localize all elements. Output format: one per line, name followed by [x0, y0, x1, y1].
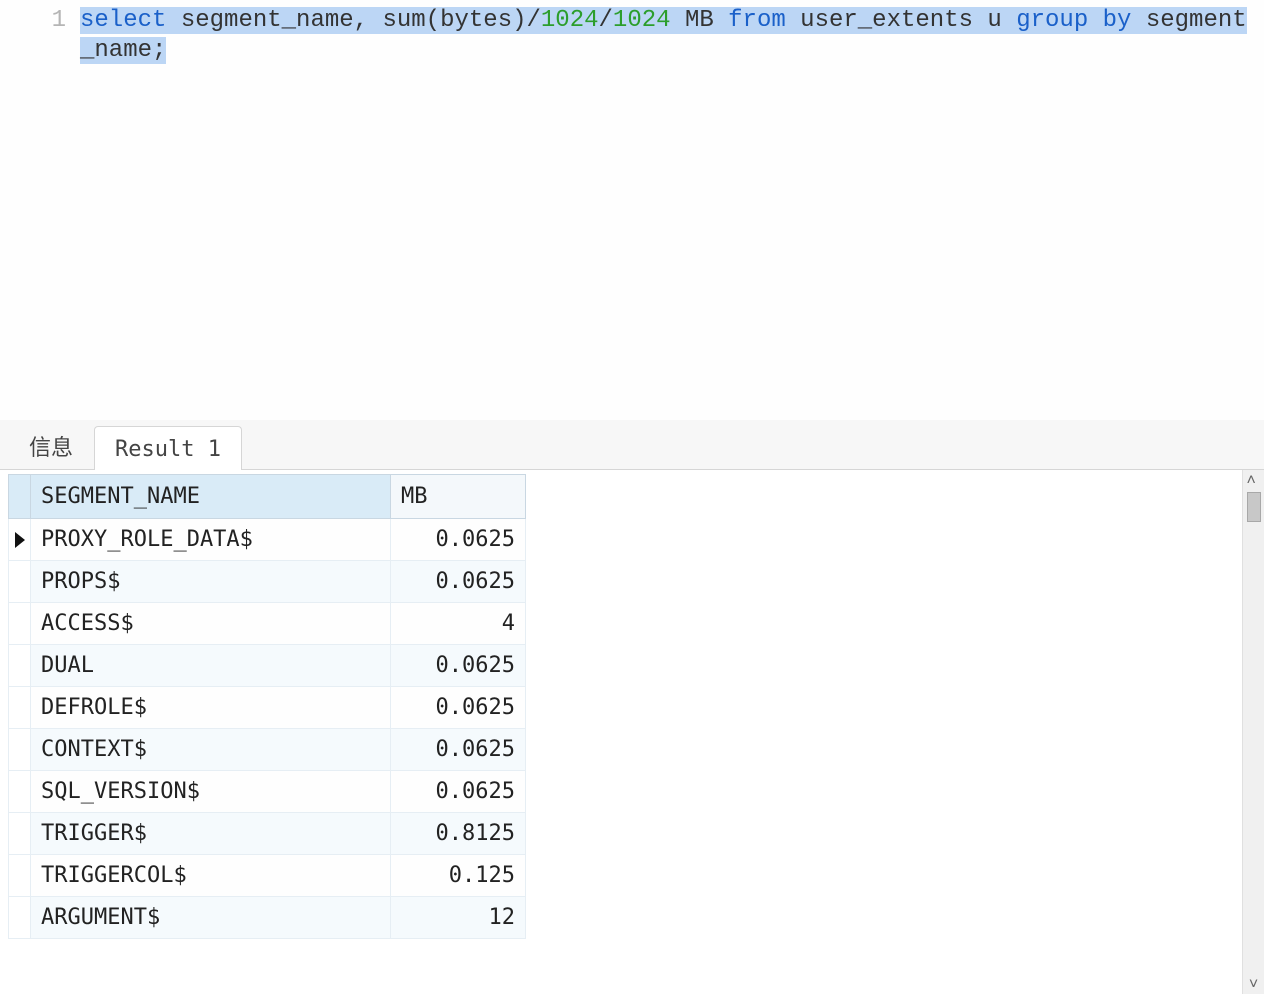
cell-segment-name[interactable]: PROPS$ — [31, 561, 391, 603]
cell-segment-name[interactable]: SQL_VERSION$ — [31, 771, 391, 813]
cell-segment-name[interactable]: PROXY_ROLE_DATA$ — [31, 519, 391, 561]
line-number: 1 — [0, 6, 66, 36]
results-grid-area[interactable]: SEGMENT_NAME MB PROXY_ROLE_DATA$0.0625PR… — [0, 470, 1242, 994]
table-row[interactable]: SQL_VERSION$0.0625 — [9, 771, 526, 813]
row-indicator-cell[interactable] — [9, 687, 31, 729]
table-row[interactable]: DEFROLE$0.0625 — [9, 687, 526, 729]
current-row-pointer-icon — [15, 532, 25, 548]
results-tabbar: 信息 Result 1 — [0, 420, 1264, 470]
row-indicator-cell[interactable] — [9, 771, 31, 813]
cell-mb[interactable]: 4 — [391, 603, 526, 645]
sql-identifier: segment_name — [181, 7, 354, 34]
row-indicator-cell[interactable] — [9, 813, 31, 855]
cell-mb[interactable]: 0.0625 — [391, 729, 526, 771]
scroll-down-icon[interactable]: ˅ — [1249, 976, 1258, 992]
tab-info[interactable]: 信息 — [8, 419, 94, 470]
table-row[interactable]: TRIGGERCOL$0.125 — [9, 855, 526, 897]
row-indicator-cell[interactable] — [9, 855, 31, 897]
column-header-segment-name[interactable]: SEGMENT_NAME — [31, 475, 391, 519]
results-pane: SEGMENT_NAME MB PROXY_ROLE_DATA$0.0625PR… — [0, 470, 1264, 994]
sql-keyword: group by — [1016, 7, 1131, 34]
sql-alias: MB — [685, 7, 714, 34]
row-indicator-cell[interactable] — [9, 897, 31, 939]
row-indicator-cell[interactable] — [9, 561, 31, 603]
tab-result-1[interactable]: Result 1 — [94, 426, 242, 470]
cell-segment-name[interactable]: CONTEXT$ — [31, 729, 391, 771]
cell-segment-name[interactable]: ACCESS$ — [31, 603, 391, 645]
table-row[interactable]: PROPS$0.0625 — [9, 561, 526, 603]
sql-function: sum(bytes)/ — [382, 7, 540, 34]
cell-segment-name[interactable]: TRIGGERCOL$ — [31, 855, 391, 897]
scroll-thumb[interactable] — [1247, 492, 1261, 522]
row-header-corner — [9, 475, 31, 519]
row-indicator-cell[interactable] — [9, 603, 31, 645]
sql-number: 1024 — [541, 7, 599, 34]
cell-segment-name[interactable]: DUAL — [31, 645, 391, 687]
cell-segment-name[interactable]: DEFROLE$ — [31, 687, 391, 729]
table-row[interactable]: PROXY_ROLE_DATA$0.0625 — [9, 519, 526, 561]
cell-mb[interactable]: 0.0625 — [391, 645, 526, 687]
sql-selected-text[interactable]: select segment_name, sum(bytes)/1024/102… — [80, 7, 1247, 64]
cell-mb[interactable]: 0.0625 — [391, 771, 526, 813]
cell-mb[interactable]: 0.0625 — [391, 519, 526, 561]
editor-code-area[interactable]: select segment_name, sum(bytes)/1024/102… — [80, 6, 1264, 420]
row-indicator-cell[interactable] — [9, 519, 31, 561]
table-row[interactable]: ACCESS$4 — [9, 603, 526, 645]
cell-segment-name[interactable]: ARGUMENT$ — [31, 897, 391, 939]
sql-keyword: select — [80, 7, 166, 34]
vertical-scrollbar[interactable]: ˄ ˅ — [1242, 470, 1264, 994]
column-header-mb[interactable]: MB — [391, 475, 526, 519]
cell-mb[interactable]: 12 — [391, 897, 526, 939]
cell-mb[interactable]: 0.0625 — [391, 687, 526, 729]
sql-editor[interactable]: 1 select segment_name, sum(bytes)/1024/1… — [0, 0, 1264, 420]
cell-mb[interactable]: 0.8125 — [391, 813, 526, 855]
sql-number: 1024 — [613, 7, 671, 34]
cell-mb[interactable]: 0.0625 — [391, 561, 526, 603]
row-indicator-cell[interactable] — [9, 729, 31, 771]
cell-mb[interactable]: 0.125 — [391, 855, 526, 897]
table-row[interactable]: DUAL0.0625 — [9, 645, 526, 687]
results-table[interactable]: SEGMENT_NAME MB PROXY_ROLE_DATA$0.0625PR… — [8, 474, 526, 939]
scroll-up-icon[interactable]: ˄ — [1247, 472, 1261, 488]
sql-table: user_extents u — [800, 7, 1002, 34]
editor-gutter: 1 — [0, 6, 80, 420]
table-row[interactable]: CONTEXT$0.0625 — [9, 729, 526, 771]
sql-keyword: from — [728, 7, 786, 34]
table-row[interactable]: ARGUMENT$12 — [9, 897, 526, 939]
row-indicator-cell[interactable] — [9, 645, 31, 687]
table-row[interactable]: TRIGGER$0.8125 — [9, 813, 526, 855]
cell-segment-name[interactable]: TRIGGER$ — [31, 813, 391, 855]
